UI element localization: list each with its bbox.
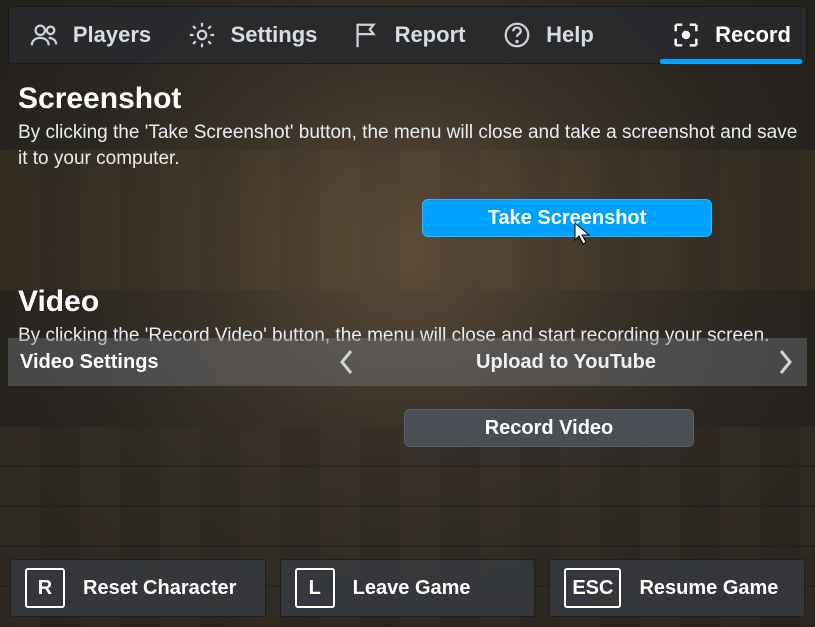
record-video-button[interactable]: Record Video bbox=[404, 409, 694, 447]
video-settings-label: Video Settings bbox=[8, 351, 159, 374]
menu-tabbar: Players Settings Report bbox=[8, 6, 807, 64]
gear-icon bbox=[187, 20, 217, 50]
tab-report[interactable]: Report bbox=[333, 7, 483, 63]
tab-record[interactable]: Record bbox=[656, 7, 806, 63]
chevron-right-icon[interactable] bbox=[764, 338, 806, 386]
tab-players[interactable]: Players bbox=[9, 7, 171, 63]
video-settings-row: Video Settings Upload to YouTube bbox=[8, 338, 807, 386]
key-esc: ESC bbox=[564, 568, 621, 608]
key-r: R bbox=[25, 568, 65, 608]
take-screenshot-button[interactable]: Take Screenshot bbox=[422, 199, 712, 237]
reset-character-label: Reset Character bbox=[83, 577, 236, 600]
chevron-left-icon[interactable] bbox=[326, 338, 368, 386]
reset-character-button[interactable]: R Reset Character bbox=[10, 559, 266, 617]
resume-game-label: Resume Game bbox=[639, 577, 778, 600]
tab-record-label: Record bbox=[715, 22, 791, 48]
tab-help-label: Help bbox=[546, 22, 594, 48]
leave-game-label: Leave Game bbox=[353, 577, 471, 600]
resume-game-button[interactable]: ESC Resume Game bbox=[549, 559, 805, 617]
players-icon bbox=[29, 20, 59, 50]
key-l: L bbox=[295, 568, 335, 608]
tab-players-label: Players bbox=[73, 22, 151, 48]
video-settings-selector: Upload to YouTube bbox=[326, 338, 806, 386]
tab-settings-label: Settings bbox=[231, 22, 318, 48]
screenshot-heading: Screenshot bbox=[18, 82, 805, 116]
footer-bar: R Reset Character L Leave Game ESC Resum… bbox=[10, 559, 805, 617]
tab-help[interactable]: Help bbox=[483, 7, 613, 63]
video-heading: Video bbox=[18, 285, 805, 319]
tab-report-label: Report bbox=[395, 22, 466, 48]
leave-game-button[interactable]: L Leave Game bbox=[280, 559, 536, 617]
record-icon bbox=[671, 20, 701, 50]
flag-icon bbox=[351, 20, 381, 50]
record-panel: Screenshot By clicking the 'Take Screens… bbox=[18, 82, 805, 349]
screenshot-description: By clicking the 'Take Screenshot' button… bbox=[18, 120, 805, 171]
video-settings-value: Upload to YouTube bbox=[476, 351, 656, 374]
help-icon bbox=[502, 20, 532, 50]
tab-settings[interactable]: Settings bbox=[171, 7, 333, 63]
